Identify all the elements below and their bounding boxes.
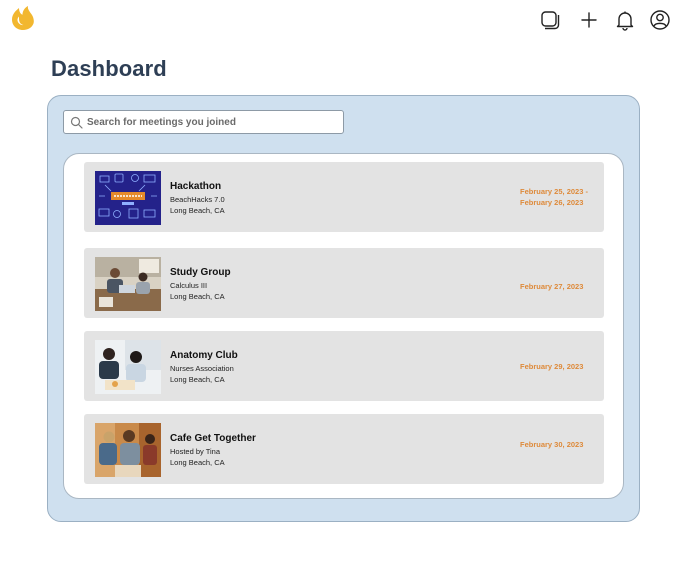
meeting-date-start: February 25, 2023 - [520, 187, 588, 196]
meeting-date: February 27, 2023 [520, 281, 590, 292]
meeting-date-start: February 30, 2023 [520, 440, 584, 449]
meeting-title: Study Group [170, 267, 231, 278]
meeting-location: Long Beach, CA [170, 292, 225, 301]
meeting-title: Hackathon [170, 181, 222, 192]
meeting-date: February 29, 2023 [520, 361, 590, 372]
meeting-date: February 30, 2023 [520, 439, 590, 450]
search-input[interactable] [87, 111, 337, 133]
meeting-title: Cafe Get Together [170, 433, 256, 444]
dashboard-panel: Hackathon BeachHacks 7.0 Long Beach, CA … [47, 95, 640, 522]
meeting-date-end: February 26, 2023 [520, 198, 584, 207]
meeting-card-study-group[interactable]: Study Group Calculus III Long Beach, CA … [84, 248, 604, 318]
meeting-subtitle: Calculus III [170, 281, 208, 290]
meeting-location: Long Beach, CA [170, 375, 225, 384]
meeting-card-hackathon[interactable]: Hackathon BeachHacks 7.0 Long Beach, CA … [84, 162, 604, 232]
anatomy-club-photo [95, 340, 161, 394]
top-bar [0, 0, 686, 40]
meeting-date-start: February 29, 2023 [520, 362, 584, 371]
search-box[interactable] [63, 110, 344, 134]
hackathon-banner-image [95, 171, 161, 225]
study-group-photo [95, 257, 161, 311]
meeting-list: Hackathon BeachHacks 7.0 Long Beach, CA … [63, 153, 624, 499]
logo-flame-icon[interactable] [11, 5, 35, 31]
meeting-date-start: February 27, 2023 [520, 282, 584, 291]
meeting-card-anatomy-club[interactable]: Anatomy Club Nurses Association Long Bea… [84, 331, 604, 401]
meeting-location: Long Beach, CA [170, 458, 225, 467]
meeting-card-cafe-get-together[interactable]: Cafe Get Together Hosted by Tina Long Be… [84, 414, 604, 484]
user-circle-icon[interactable] [649, 9, 671, 31]
meeting-subtitle: Nurses Association [170, 364, 234, 373]
search-icon [70, 116, 83, 129]
meeting-date: February 25, 2023 - February 26, 2023 [520, 186, 590, 208]
meeting-location: Long Beach, CA [170, 206, 225, 215]
cafe-photo [95, 423, 161, 477]
bell-icon[interactable] [614, 9, 636, 31]
meeting-subtitle: BeachHacks 7.0 [170, 195, 225, 204]
plus-icon[interactable] [578, 9, 600, 31]
meeting-title: Anatomy Club [170, 350, 238, 361]
meeting-subtitle: Hosted by Tina [170, 447, 221, 456]
page-title: Dashboard [51, 56, 167, 81]
square-stack-icon[interactable] [539, 9, 561, 31]
